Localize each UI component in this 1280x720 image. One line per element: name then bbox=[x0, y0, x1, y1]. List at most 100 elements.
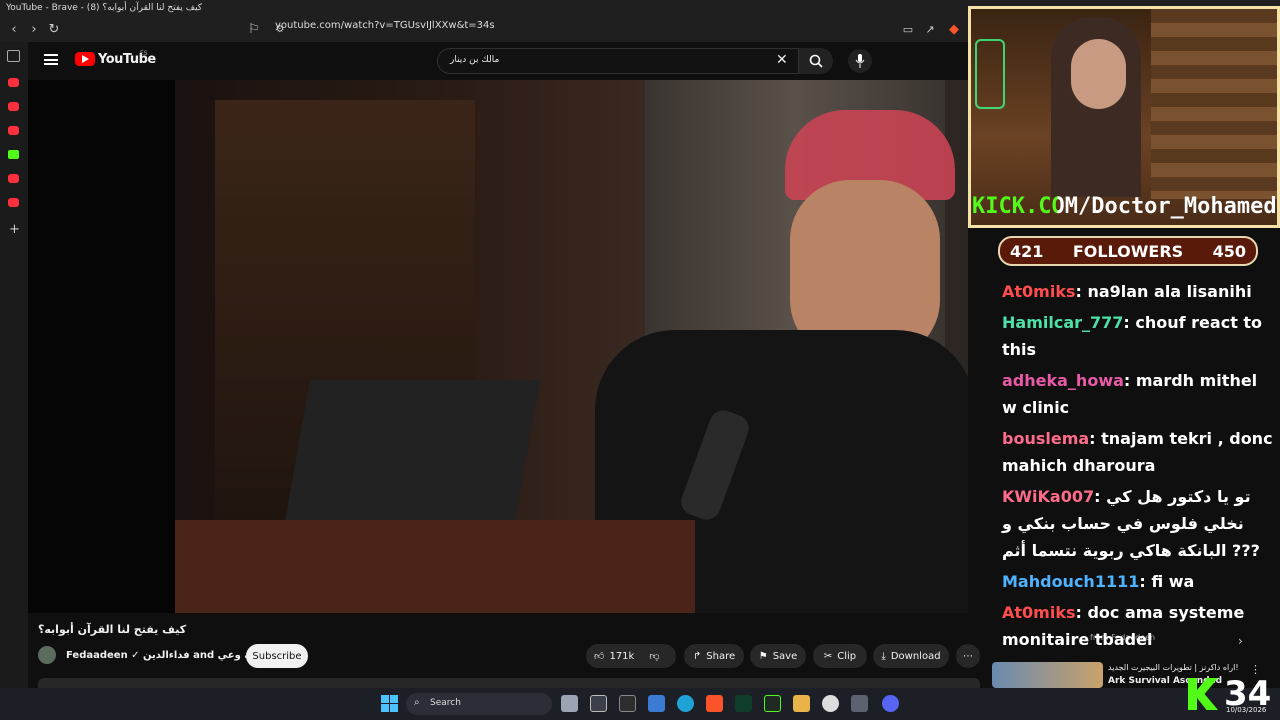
screen-icon[interactable]: ▭ bbox=[898, 19, 918, 39]
search-button[interactable] bbox=[799, 48, 833, 74]
more-icon: ⋯ bbox=[963, 650, 973, 662]
video-title: كيف يفتح لنا القرآن أبوابه؟ bbox=[38, 623, 187, 636]
video-player[interactable] bbox=[28, 80, 968, 613]
bookmark-icon: ⚑ bbox=[758, 650, 768, 662]
chat-text: : na9lan ala lisanihi bbox=[1075, 282, 1252, 301]
followers-label: FOLLOWERS bbox=[1072, 241, 1184, 261]
kick-pin-icon[interactable] bbox=[8, 150, 19, 159]
start-menu-icon[interactable] bbox=[381, 695, 398, 712]
add-pin-icon[interactable]: + bbox=[9, 222, 20, 237]
apps-grid-icon[interactable] bbox=[851, 695, 868, 712]
edge-icon[interactable] bbox=[677, 695, 694, 712]
chat-text: : fi wa bbox=[1139, 572, 1195, 591]
app-icon[interactable] bbox=[735, 695, 752, 712]
stream-chat: At0miks: na9lan ala lisanihi Hamilcar_77… bbox=[998, 278, 1280, 658]
channel-avatar[interactable] bbox=[38, 646, 56, 664]
like-icon[interactable]: 👍︎ bbox=[594, 650, 604, 662]
chat-message: bouslema: tnajam tekri , donc mahich dha… bbox=[998, 425, 1280, 479]
obs-icon[interactable] bbox=[764, 695, 781, 712]
clear-search-icon[interactable]: ✕ bbox=[776, 52, 788, 68]
chat-message: adheka_howa: mardh mithel w clinic bbox=[998, 367, 1280, 421]
youtube-pin-icon[interactable] bbox=[8, 174, 19, 183]
youtube-logo-icon[interactable] bbox=[75, 52, 95, 66]
search-query: مالك بن دينار bbox=[450, 55, 500, 65]
share-page-icon[interactable]: ↗ bbox=[920, 19, 940, 39]
download-button[interactable]: ⤓ Download bbox=[873, 644, 949, 668]
chat-username: Mahdouch1111 bbox=[1002, 572, 1140, 591]
forward-icon[interactable]: › bbox=[24, 19, 44, 39]
microphone-icon bbox=[855, 54, 865, 68]
search-icon: ⌕ bbox=[414, 697, 420, 708]
save-label: Save bbox=[772, 650, 798, 662]
file-explorer-icon[interactable] bbox=[793, 695, 810, 712]
search-input[interactable]: مالك بن دينار bbox=[437, 48, 799, 74]
description-box[interactable] bbox=[38, 678, 980, 688]
chat-message: KWiKa007: تو يا دكتور هل كي نخلي فلوس في… bbox=[998, 483, 1280, 564]
task-view-icon[interactable] bbox=[561, 695, 578, 712]
reload-icon[interactable]: ↻ bbox=[44, 19, 64, 39]
youtube-pin-icon[interactable] bbox=[8, 78, 19, 87]
kick-url-text: KICK.COM/Doctor_Mohamed bbox=[972, 194, 1277, 219]
chat-username: Hamilcar_777 bbox=[1002, 313, 1124, 332]
like-dislike-group: 👍︎ 171k 👎︎ bbox=[586, 644, 676, 668]
share-button[interactable]: ↱ Share bbox=[684, 644, 744, 668]
chat-username: KWiKa007 bbox=[1002, 487, 1095, 506]
taskbar-search[interactable]: Search bbox=[406, 693, 552, 715]
brave-icon[interactable] bbox=[706, 695, 723, 712]
download-icon: ⤓ bbox=[881, 650, 886, 662]
chat-username: bouslema bbox=[1002, 429, 1090, 448]
followers-goal: 450 bbox=[1212, 241, 1246, 261]
suggested-thumbnail[interactable] bbox=[992, 662, 1103, 688]
share-icon: ↱ bbox=[692, 650, 702, 662]
follower-goal-bar: 421 FOLLOWERS 450 bbox=[998, 236, 1258, 266]
chat-message: Hamilcar_777: chouf react to this bbox=[998, 309, 1280, 363]
region-code: ES bbox=[140, 50, 148, 57]
terminal-icon[interactable] bbox=[619, 695, 636, 712]
mail-icon[interactable] bbox=[648, 695, 665, 712]
youtube-pin-icon[interactable] bbox=[8, 102, 19, 111]
video-frame bbox=[175, 80, 968, 613]
menu-icon[interactable] bbox=[44, 54, 58, 65]
desk bbox=[175, 520, 695, 613]
sidebar-toggle-icon[interactable] bbox=[7, 50, 20, 62]
download-label: Download bbox=[890, 650, 941, 662]
address-bar[interactable]: youtube.com/watch?v=TGUsvIJlXXw&t=34s bbox=[275, 20, 495, 31]
scissors-icon: ✂ bbox=[823, 650, 833, 662]
suggested-title[interactable]: اراه داكرنز | تطويرات البيجيرت الجديد! bbox=[1108, 663, 1239, 672]
chat-message: At0miks: doc ama systeme monitaire tbade… bbox=[998, 599, 1280, 653]
clip-label: Clip bbox=[837, 650, 857, 662]
bookmark-icon[interactable]: ⚐ bbox=[244, 19, 264, 39]
windows-taskbar bbox=[0, 688, 1280, 720]
back-icon[interactable]: ‹ bbox=[4, 19, 24, 39]
chrome-icon[interactable] bbox=[822, 695, 839, 712]
followers-current: 421 bbox=[1010, 241, 1044, 261]
chat-username: adheka_howa bbox=[1002, 371, 1124, 390]
youtube-pin-icon[interactable] bbox=[8, 198, 19, 207]
youtube-pin-icon[interactable] bbox=[8, 126, 19, 135]
discord-icon[interactable] bbox=[882, 695, 899, 712]
window-title: YouTube - Brave - كيف يفتح لنا القرآن أب… bbox=[6, 3, 203, 13]
taskbar-date[interactable]: 10/03/2026 bbox=[1226, 706, 1266, 714]
kick-channel-url: KICK.COM/Doctor_Mohamed bbox=[972, 194, 1277, 219]
share-label: Share bbox=[706, 650, 736, 662]
library-shelves bbox=[1151, 9, 1277, 199]
calendar-icon[interactable] bbox=[590, 695, 607, 712]
chat-message: Mahdouch1111: fi wa bbox=[998, 568, 1280, 595]
dislike-icon[interactable]: 👎︎ bbox=[649, 650, 659, 662]
taskbar-search-label: Search bbox=[430, 698, 461, 708]
more-actions-button[interactable]: ⋯ bbox=[956, 644, 980, 668]
chat-username: At0miks bbox=[1002, 282, 1076, 301]
browser-toolbar: ‹ › ↻ ⚐ ⚙ youtube.com/watch?v=TGUsvIJlXX… bbox=[0, 16, 968, 42]
like-count[interactable]: 171k bbox=[609, 651, 634, 662]
streamer-face bbox=[1071, 39, 1126, 109]
clip-button[interactable]: ✂ Clip bbox=[813, 644, 867, 668]
brave-shield-icon[interactable]: ◆ bbox=[944, 19, 964, 39]
sidebar-rail: + bbox=[0, 42, 28, 688]
chat-message: At0miks: na9lan ala lisanihi bbox=[998, 278, 1280, 305]
neon-sign bbox=[975, 39, 1005, 109]
chat-username: At0miks bbox=[1002, 603, 1076, 622]
save-button[interactable]: ⚑ Save bbox=[750, 644, 806, 668]
search-icon bbox=[809, 54, 823, 68]
subscribe-button[interactable]: Subscribe bbox=[246, 644, 308, 668]
voice-search-button[interactable] bbox=[848, 49, 872, 73]
